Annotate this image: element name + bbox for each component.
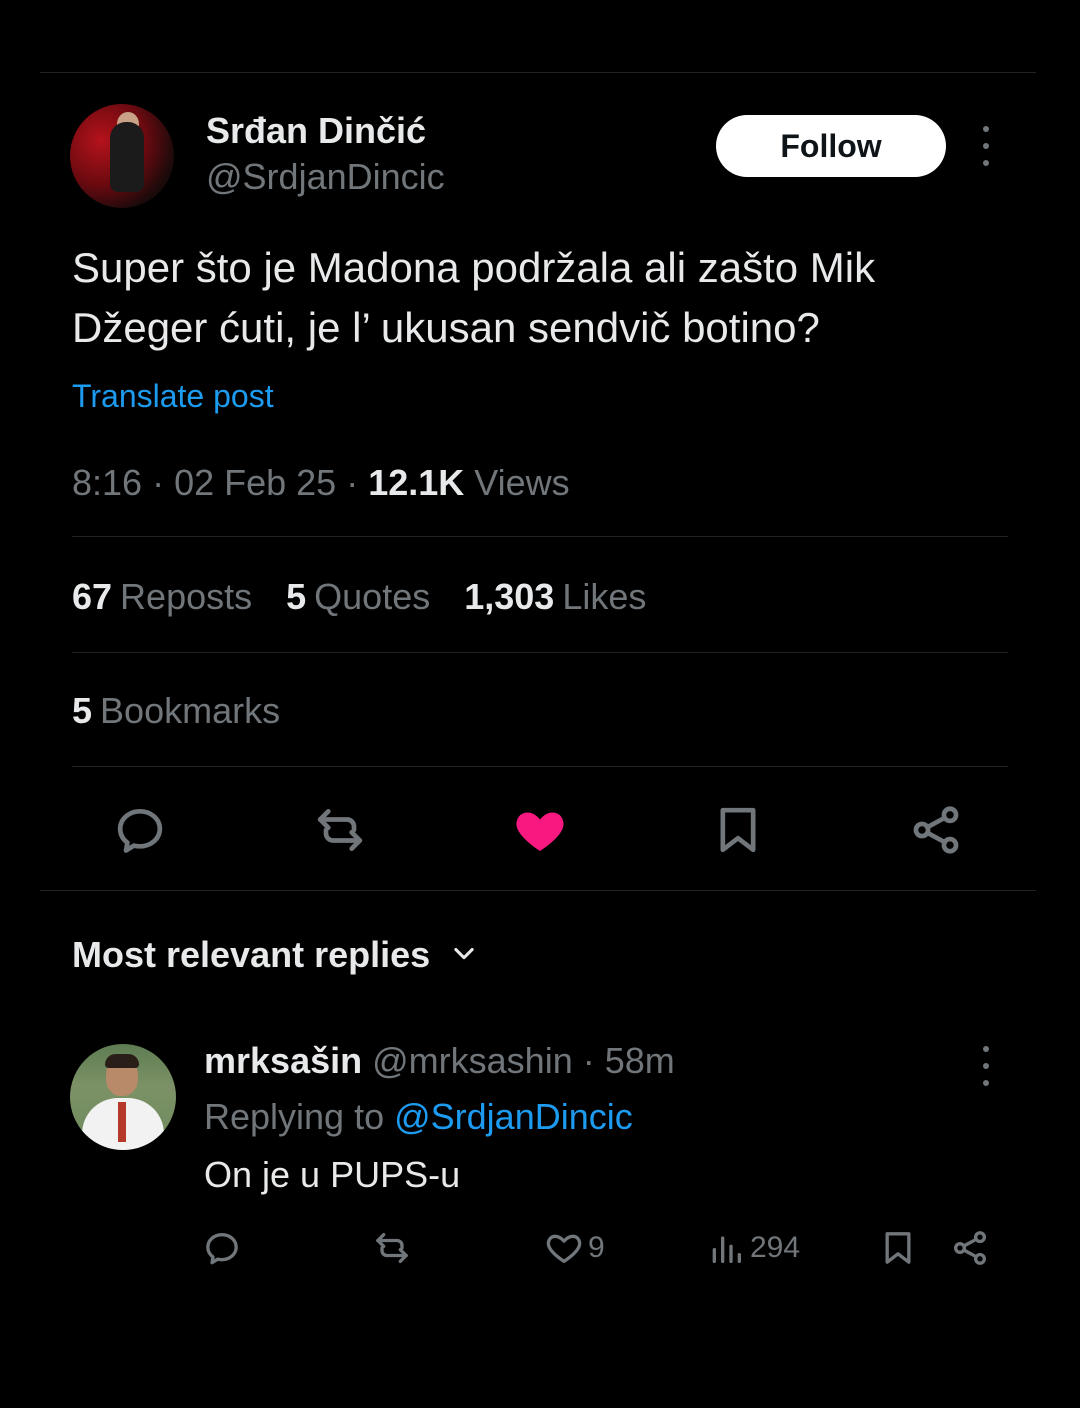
reply-avatar[interactable] <box>70 1044 176 1150</box>
share-icon[interactable] <box>906 800 966 860</box>
reply-header: mrksašin @mrksashin · 58m <box>204 1040 675 1082</box>
reply-views-count: 294 <box>750 1231 801 1264</box>
repost-icon <box>376 1233 408 1263</box>
reply-like-count: 9 <box>588 1231 605 1264</box>
heart-icon <box>546 1234 582 1263</box>
reply-icon <box>206 1233 238 1265</box>
reposts-count: 67 <box>72 576 113 617</box>
replying-to: Replying to @SrdjanDincic <box>204 1096 633 1138</box>
reposts-stat[interactable]: 67 Reposts <box>72 576 252 618</box>
reply-separator: · <box>572 1040 605 1081</box>
top-divider <box>40 72 1036 73</box>
replies-sort-dropdown[interactable]: Most relevant replies <box>72 934 478 976</box>
reply-bookmark-button[interactable] <box>878 1226 918 1270</box>
bookmarks-count: 5 <box>72 690 93 731</box>
quotes-count: 5 <box>286 576 307 617</box>
views-label: Views <box>464 462 570 503</box>
share-icon <box>954 1231 986 1265</box>
bookmarks-label: Bookmarks <box>100 690 281 731</box>
author-handle[interactable]: @SrdjanDincic <box>206 156 445 198</box>
reply-like-button[interactable]: 9 <box>544 1226 605 1270</box>
replying-prefix: Replying to <box>204 1096 395 1137</box>
reply-author-name[interactable]: mrksašin <box>204 1040 362 1081</box>
chevron-down-icon <box>450 934 478 976</box>
reposts-label: Reposts <box>120 576 253 617</box>
quotes-label: Quotes <box>314 576 431 617</box>
reply-reply-button[interactable] <box>202 1226 242 1270</box>
bookmark-icon <box>885 1232 911 1264</box>
replies-sort-label: Most relevant replies <box>72 934 431 975</box>
tweet-meta: 8:16 · 02 Feb 25 · 12.1K Views <box>72 462 570 504</box>
more-options-icon[interactable] <box>976 126 996 166</box>
quotes-stat[interactable]: 5 Quotes <box>286 576 430 618</box>
tweet-time[interactable]: 8:16 <box>72 462 142 503</box>
translate-post-link[interactable]: Translate post <box>72 378 274 415</box>
tweet-text-line-2: Džeger ćuti, je l’ ukusan sendvič botino… <box>72 304 820 351</box>
engagement-stats: 67 Reposts 5 Quotes 1,303 Likes <box>72 576 646 618</box>
tweet-text-line-1: Super što je Madona podržala ali zašto M… <box>72 244 876 291</box>
reply-repost-button[interactable] <box>372 1226 412 1270</box>
reply-views-button[interactable]: 294 <box>706 1226 800 1270</box>
tweet-date[interactable]: 02 Feb 25 <box>174 462 336 503</box>
likes-count: 1,303 <box>464 576 555 617</box>
repost-icon[interactable] <box>310 800 370 860</box>
views-count: 12.1K <box>368 462 465 503</box>
likes-stat[interactable]: 1,303 Likes <box>464 576 646 618</box>
tweet-text: Super što je Madona podržala ali zašto M… <box>72 238 1022 358</box>
reply-text: On je u PUPS-u <box>204 1154 461 1195</box>
reply-age[interactable]: 58m <box>605 1040 675 1081</box>
likes-label: Likes <box>562 576 647 617</box>
divider <box>40 890 1036 891</box>
meta-separator: · <box>142 462 175 503</box>
reply-icon[interactable] <box>110 800 170 860</box>
replying-to-mention[interactable]: @SrdjanDincic <box>394 1096 633 1137</box>
views-icon <box>712 1236 741 1263</box>
divider <box>72 766 1008 767</box>
reply-author-handle[interactable]: @mrksashin <box>372 1040 573 1081</box>
follow-button[interactable]: Follow <box>716 115 946 177</box>
meta-separator: · <box>336 462 369 503</box>
reply-share-button[interactable] <box>950 1226 990 1270</box>
author-name[interactable]: Srđan Dinčić <box>206 110 426 152</box>
like-icon[interactable] <box>510 800 570 860</box>
divider <box>72 652 1008 653</box>
bookmark-icon[interactable] <box>708 800 768 860</box>
reply-more-options-icon[interactable] <box>976 1046 996 1086</box>
bookmarks-stat[interactable]: 5 Bookmarks <box>72 690 280 732</box>
divider <box>72 536 1008 537</box>
author-avatar[interactable] <box>70 104 174 208</box>
